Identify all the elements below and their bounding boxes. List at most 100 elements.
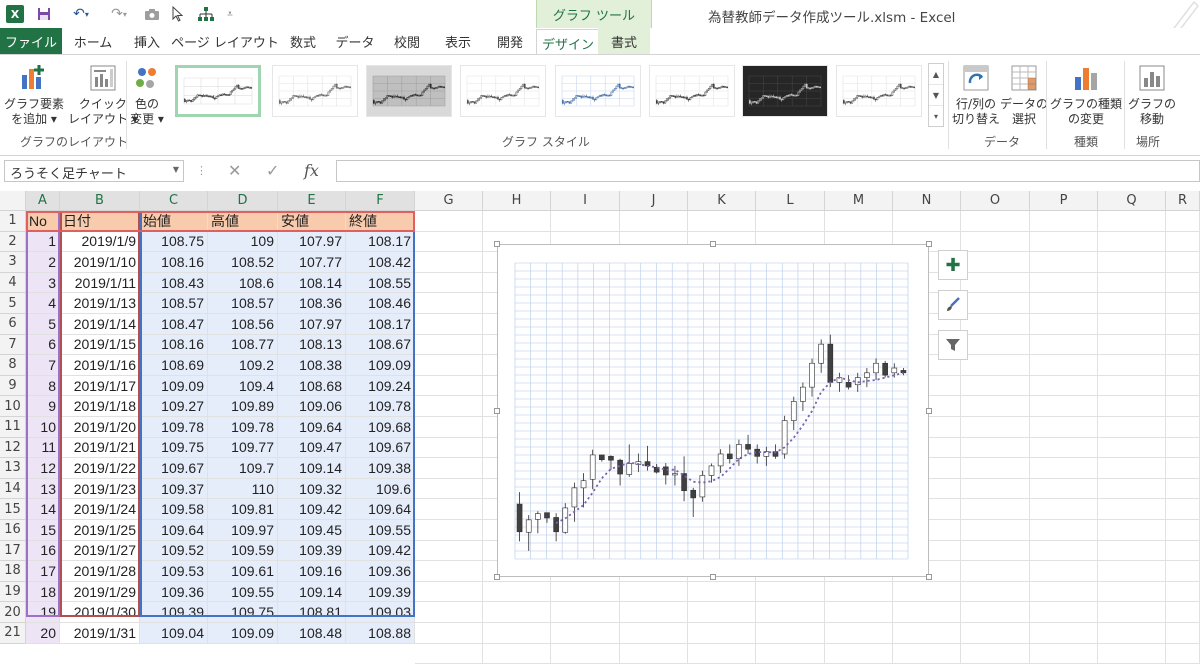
grid-cell[interactable] [551,581,620,603]
insert-function-icon[interactable]: fx [304,161,319,180]
column-header[interactable]: G [415,191,483,211]
hierarchy-icon[interactable] [196,5,216,23]
table-cell[interactable]: 109.47 [278,437,346,459]
grid-cell[interactable] [415,417,483,438]
row-header[interactable]: 6 [0,314,26,335]
table-cell[interactable]: 109.7 [208,458,278,479]
grid-cell[interactable] [1166,211,1200,232]
grid-cell[interactable] [756,581,825,603]
table-cell[interactable]: 107.77 [278,252,346,273]
grid-cell[interactable] [1166,396,1200,417]
grid-cell[interactable] [1098,355,1166,376]
chart-filters-funnel-icon[interactable] [938,330,968,360]
grid-cell[interactable] [1166,334,1200,356]
table-cell[interactable]: 109.58 [140,499,208,520]
table-cell[interactable]: 108.69 [140,355,208,376]
column-header[interactable]: B [60,191,140,211]
column-header[interactable]: P [1030,191,1098,211]
grid-cell[interactable] [961,231,1030,253]
grid-cell[interactable] [961,437,1030,459]
grid-cell[interactable] [961,272,1030,294]
grid-cell[interactable] [1098,499,1166,520]
row-header[interactable]: 19 [0,581,26,603]
grid-cell[interactable] [415,396,483,417]
table-cell[interactable]: 108.57 [140,293,208,314]
table-cell[interactable]: 2019/1/31 [60,623,140,644]
grid-cell[interactable] [1030,375,1098,397]
grid-cell[interactable] [1098,375,1166,397]
table-cell[interactable]: 108.68 [278,375,346,397]
table-cell[interactable]: 2019/1/24 [60,499,140,520]
table-cell[interactable]: 109.42 [278,499,346,520]
grid-cell[interactable] [688,643,756,664]
table-cell[interactable]: 109.75 [140,437,208,459]
column-header[interactable]: L [756,191,825,211]
row-header[interactable]: 10 [0,396,26,417]
grid-cell[interactable] [1098,396,1166,417]
grid-cell[interactable] [415,602,483,623]
table-cell[interactable]: 109.03 [346,602,415,623]
table-cell[interactable]: 109 [208,231,278,253]
chart-style-5[interactable] [555,65,641,117]
quick-layout-button[interactable]: クイック レイアウト ▾ [68,61,138,127]
gallery-down-icon[interactable]: ▼ [929,85,943,106]
grid-cell[interactable] [756,643,825,664]
column-header[interactable]: I [551,191,620,211]
grid-cell[interactable] [1098,314,1166,335]
grid-cell[interactable] [825,643,893,664]
grid-cell[interactable] [1166,355,1200,376]
row-header[interactable]: 1 [0,211,26,232]
grid-cell[interactable] [1166,272,1200,294]
table-cell[interactable]: 108.46 [346,293,415,314]
grid-cell[interactable] [620,211,688,232]
grid-cell[interactable] [961,293,1030,314]
grid-cell[interactable] [1166,499,1200,520]
table-cell[interactable]: 18 [26,581,60,603]
grid-cell[interactable] [825,211,893,232]
tab-page-layout[interactable]: ページ レイアウト [170,28,280,54]
grid-cell[interactable] [688,623,756,644]
grid-cell[interactable] [1030,561,1098,582]
table-header-cell[interactable]: 始値 [140,211,208,232]
chart-style-4[interactable] [460,65,546,117]
grid-cell[interactable] [1030,272,1098,294]
row-header[interactable]: 2 [0,231,26,253]
grid-cell[interactable] [961,561,1030,582]
grid-cell[interactable] [415,437,483,459]
table-cell[interactable]: 109.32 [278,478,346,500]
grid-cell[interactable] [1166,417,1200,438]
table-cell[interactable]: 2019/1/21 [60,437,140,459]
grid-cell[interactable] [1030,334,1098,356]
grid-cell[interactable] [961,334,1030,356]
grid-cell[interactable] [1166,458,1200,479]
grid-cell[interactable] [825,623,893,644]
grid-cell[interactable] [961,252,1030,273]
grid-cell[interactable] [893,623,961,644]
table-cell[interactable]: 108.48 [278,623,346,644]
table-cell[interactable]: 109.6 [346,478,415,500]
tab-file[interactable]: ファイル [0,28,62,54]
resize-handle[interactable] [494,407,500,414]
camera-icon[interactable] [143,5,161,23]
grid-cell[interactable] [893,581,961,603]
grid-cell[interactable] [1098,540,1166,562]
grid-cell[interactable] [1098,581,1166,603]
table-cell[interactable]: 2019/1/28 [60,561,140,582]
table-cell[interactable]: 2019/1/10 [60,252,140,273]
column-header[interactable]: C [140,191,208,211]
table-cell[interactable]: 109.39 [278,540,346,562]
grid-cell[interactable] [620,581,688,603]
grid-cell[interactable] [1166,540,1200,562]
grid-cell[interactable] [961,355,1030,376]
grid-cell[interactable] [1030,211,1098,232]
grid-cell[interactable] [1166,561,1200,582]
table-header-cell[interactable]: 安値 [278,211,346,232]
row-header[interactable]: 4 [0,272,26,294]
grid-cell[interactable] [415,375,483,397]
column-header[interactable]: K [688,191,756,211]
column-header[interactable]: F [346,191,415,211]
grid-cell[interactable] [1098,643,1166,664]
select-objects-icon[interactable] [170,5,186,23]
grid-cell[interactable] [1166,623,1200,644]
table-cell[interactable]: 109.45 [278,520,346,541]
